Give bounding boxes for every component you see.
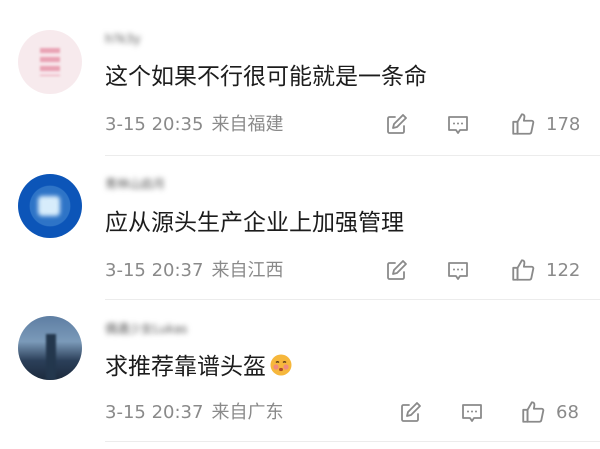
- avatar[interactable]: [18, 316, 82, 380]
- comment-text-body: 求推荐靠谱头盔: [105, 354, 266, 380]
- comment-location: 来自广东: [211, 402, 284, 423]
- divider: [105, 441, 600, 442]
- comment-text: 求推荐靠谱头盔: [105, 352, 293, 382]
- thumbs-up-icon[interactable]: [520, 399, 546, 425]
- comment-item: 偶遇少女Lukas 求推荐靠谱头盔 3-15 20:37 来自广东 68: [0, 0, 600, 449]
- username[interactable]: 偶遇少女Lukas: [105, 321, 187, 337]
- comment-meta: 3-15 20:37 来自广东: [105, 401, 283, 425]
- blushing-face-emoji: [269, 353, 293, 377]
- comment-time: 3-15 20:37: [105, 402, 204, 423]
- like-count: 68: [556, 402, 579, 423]
- comment-icon[interactable]: [460, 401, 484, 425]
- share-icon[interactable]: [398, 401, 422, 425]
